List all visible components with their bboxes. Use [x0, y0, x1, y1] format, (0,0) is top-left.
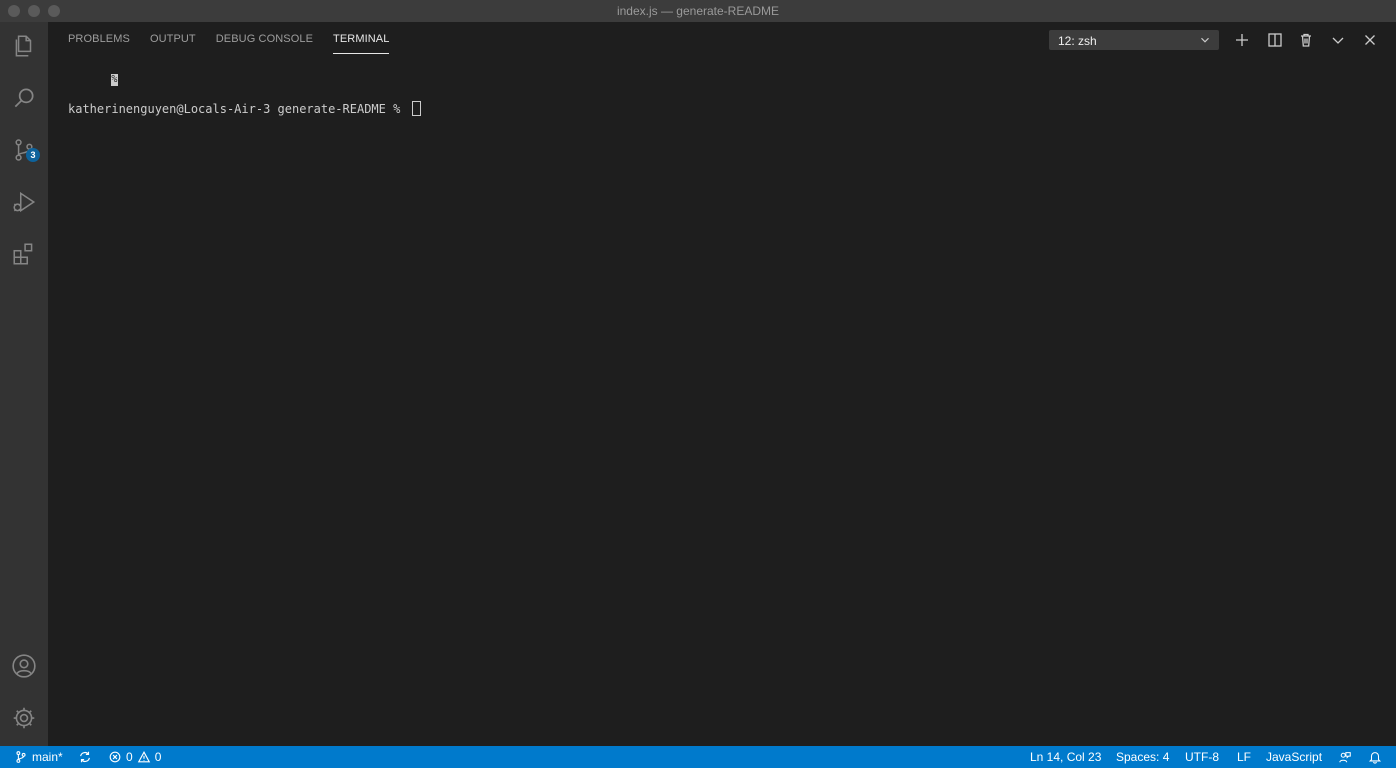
search-icon[interactable]	[0, 74, 48, 122]
terminal-output[interactable]: % katherinenguyen@Locals-Air-3 generate-…	[68, 56, 421, 117]
terminal-panel: PROBLEMS OUTPUT DEBUG CONSOLE TERMINAL 1…	[48, 22, 1396, 746]
tab-debug-console[interactable]: DEBUG CONSOLE	[216, 33, 313, 54]
warning-icon	[137, 750, 150, 763]
trash-icon	[1301, 33, 1311, 47]
indentation[interactable]: Spaces: 4	[1116, 749, 1169, 765]
branch-name: main*	[32, 750, 63, 764]
status-bar: main* 0 0 Ln 14, Col 23 Spaces: 4 UTF-8 …	[0, 746, 1396, 768]
window-title: index.js — generate-README	[616, 4, 780, 18]
explorer-icon[interactable]	[0, 22, 48, 70]
terminal-prompt: katherinenguyen@Locals-Air-3 generate-RE…	[68, 102, 408, 116]
tab-problems[interactable]: PROBLEMS	[68, 33, 130, 54]
terminal-line: %	[68, 56, 421, 101]
language-mode[interactable]: JavaScript	[1266, 749, 1322, 765]
account-icon[interactable]	[0, 642, 48, 690]
sync-icon	[80, 751, 90, 763]
tab-terminal[interactable]: TERMINAL	[333, 33, 390, 54]
tab-output[interactable]: OUTPUT	[150, 33, 196, 54]
encoding[interactable]: UTF-8	[1185, 749, 1219, 765]
sync-button[interactable]	[78, 749, 92, 765]
split-terminal-button[interactable]	[1265, 30, 1285, 50]
chevron-down-icon	[1332, 37, 1344, 44]
terminal-select[interactable]: 12: zsh	[1049, 30, 1219, 50]
kill-terminal-button[interactable]	[1296, 30, 1316, 50]
end-of-line[interactable]: LF	[1237, 749, 1251, 765]
terminal-partial-line-marker: %	[111, 74, 119, 86]
split-icon	[1268, 33, 1282, 47]
source-control-icon[interactable]	[0, 126, 48, 174]
panel-tabs: PROBLEMS OUTPUT DEBUG CONSOLE TERMINAL	[68, 33, 390, 54]
terminal-prompt-line: katherinenguyen@Locals-Air-3 generate-RE…	[68, 101, 421, 117]
terminal-cursor	[411, 101, 421, 116]
activity-bar: 3	[0, 22, 48, 746]
branch-indicator[interactable]: main*	[14, 749, 63, 765]
new-terminal-button[interactable]	[1232, 30, 1252, 50]
error-icon	[109, 751, 121, 763]
bell-icon	[1368, 752, 1382, 764]
run-debug-icon[interactable]	[0, 178, 48, 226]
warning-count: 0	[154, 750, 162, 764]
feedback-icon	[1339, 752, 1351, 763]
problems-indicator[interactable]: 0 0	[108, 749, 161, 765]
close-icon	[1365, 35, 1375, 45]
terminal-select-value: 12: zsh	[1058, 34, 1097, 48]
title-bar: index.js — generate-README	[0, 0, 1396, 22]
git-branch-icon	[16, 751, 26, 763]
feedback-button[interactable]	[1338, 749, 1352, 765]
chevron-down-icon	[1201, 37, 1209, 43]
close-panel-button[interactable]	[1360, 30, 1380, 50]
notifications-button[interactable]	[1368, 749, 1382, 765]
extensions-icon[interactable]	[0, 230, 48, 278]
error-count: 0	[126, 750, 133, 764]
settings-gear-icon[interactable]	[0, 694, 48, 742]
add-icon	[1236, 34, 1248, 46]
maximize-panel-button[interactable]	[1328, 30, 1348, 50]
cursor-position[interactable]: Ln 14, Col 23	[1030, 749, 1101, 765]
source-control-badge: 3	[26, 148, 40, 162]
